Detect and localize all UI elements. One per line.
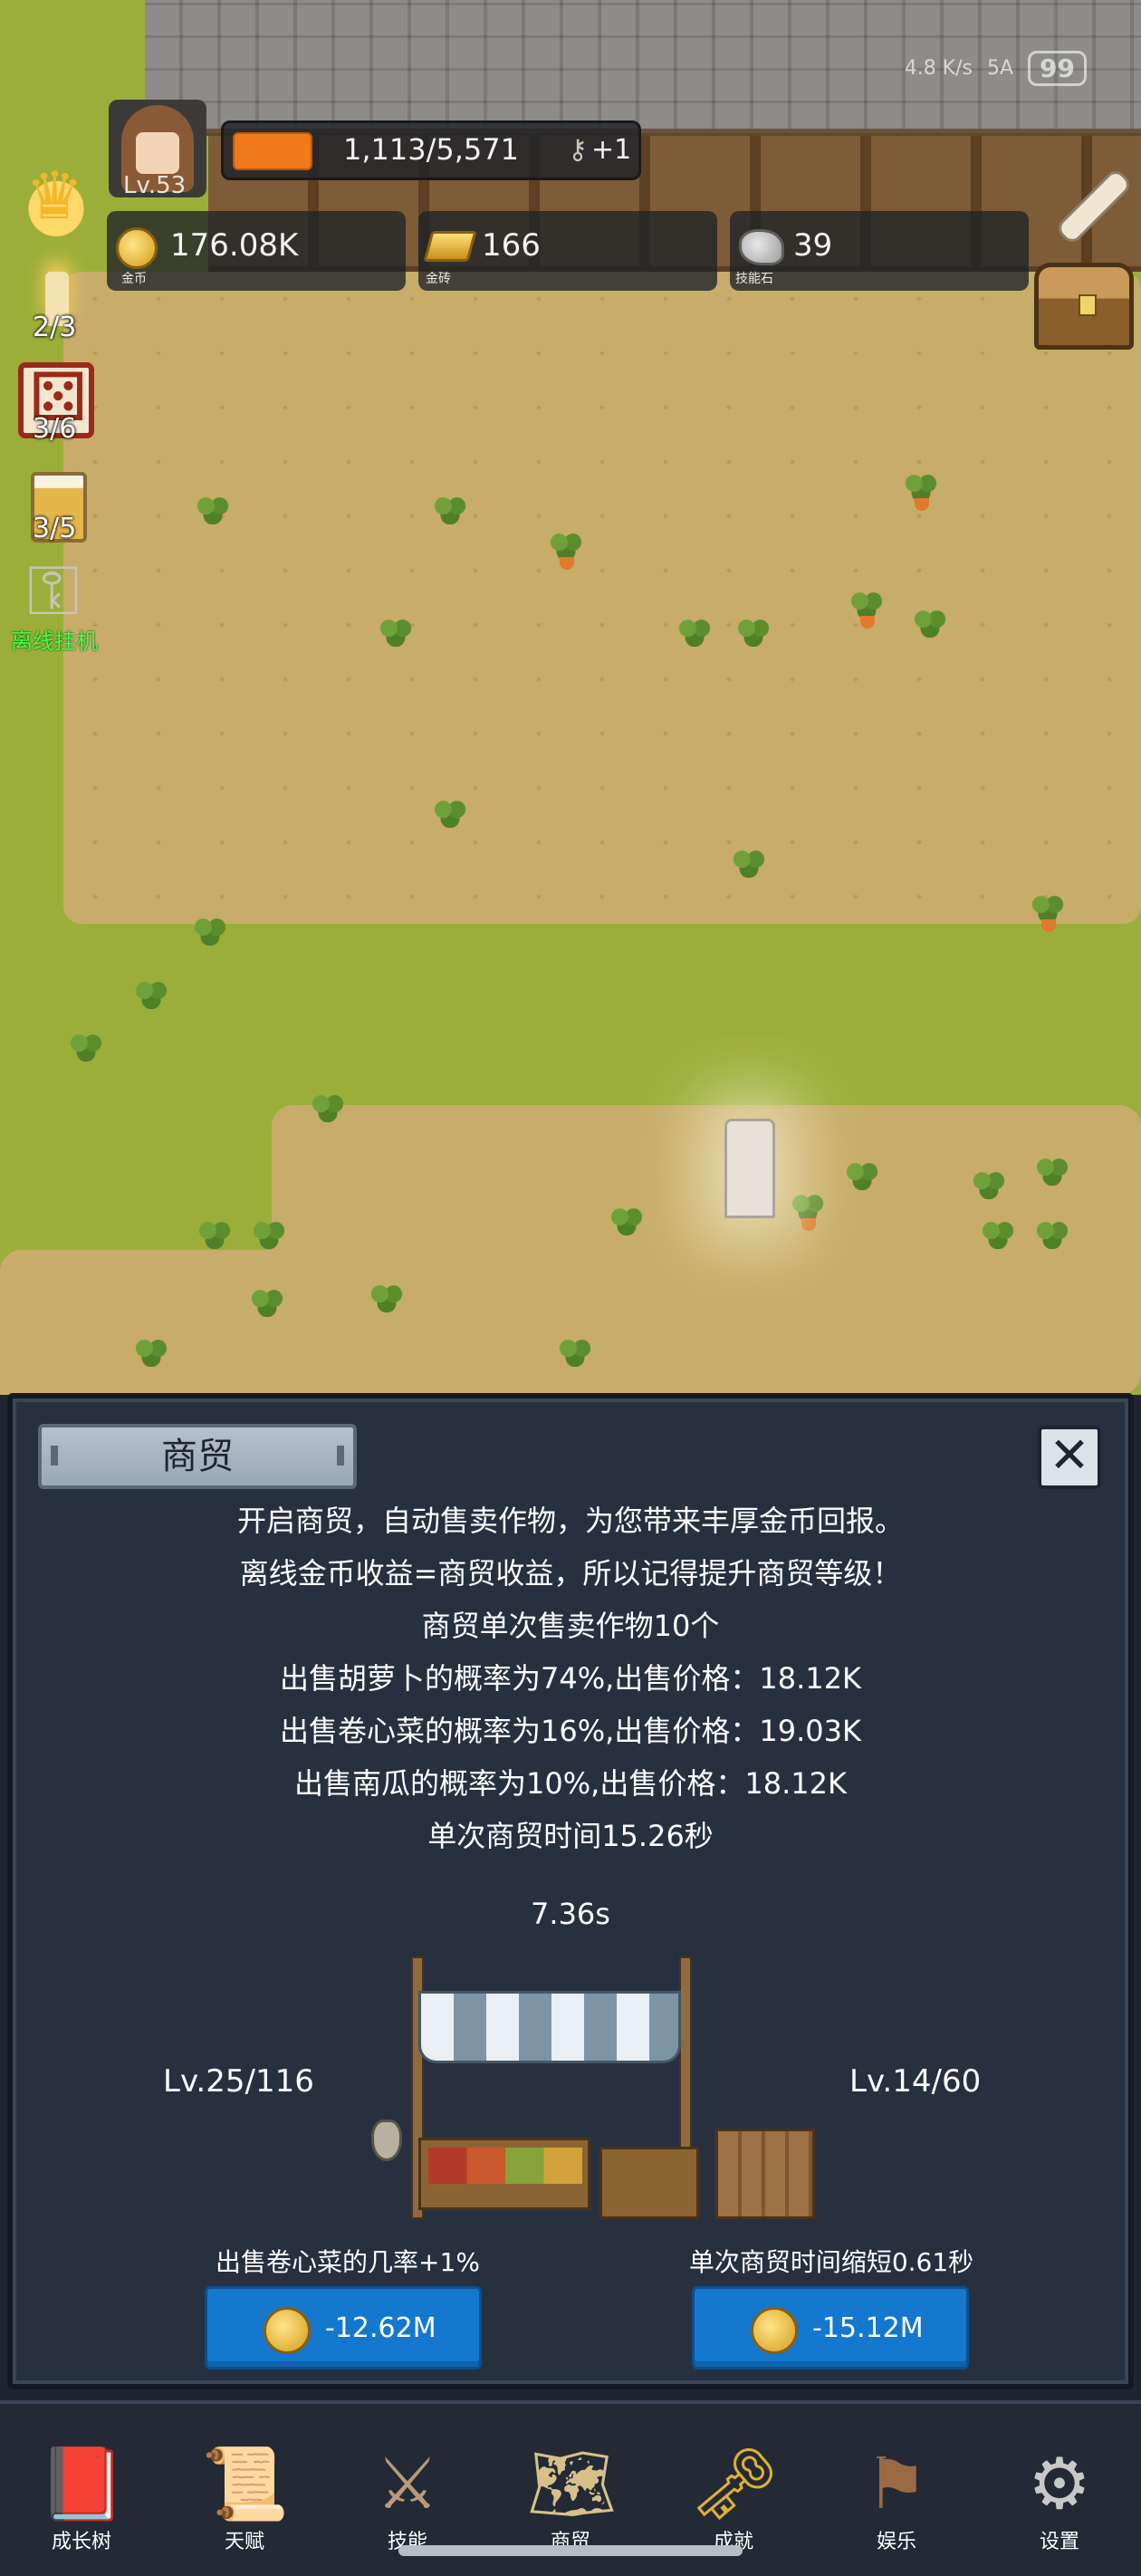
crop-plant[interactable] bbox=[906, 607, 954, 652]
treasure-chest-icon[interactable] bbox=[1034, 263, 1134, 350]
cabbage-sale-info: 出售卷心菜的概率为16%,出售价格：19.03K bbox=[280, 1714, 861, 1748]
trade-panel: 商贸 ✕ 开启商贸，自动售卖作物，为您带来丰厚金币回报。 离线金币收益=商贸收益… bbox=[7, 1393, 1134, 2389]
carrot-plant[interactable] bbox=[542, 530, 590, 575]
key-icon: 🗝 bbox=[690, 2444, 781, 2525]
map-icon: 🗺 bbox=[527, 2444, 618, 2525]
crown-icon[interactable] bbox=[18, 158, 94, 239]
book-icon: 📕 bbox=[38, 2444, 127, 2525]
carrot-plant[interactable] bbox=[1023, 892, 1072, 937]
crop-plant[interactable] bbox=[188, 494, 237, 539]
crop-plant[interactable] bbox=[1028, 1218, 1077, 1264]
offline-key-icon[interactable] bbox=[18, 550, 94, 633]
crop-plant[interactable] bbox=[551, 1336, 599, 1381]
crop-plant[interactable] bbox=[724, 847, 773, 892]
left-upgrade-level: Lv.25/116 bbox=[163, 2063, 314, 2100]
crop-plant[interactable] bbox=[303, 1091, 352, 1137]
trade-time-upgrade-button[interactable]: -15.12M bbox=[692, 2286, 969, 2369]
dirt-plot bbox=[63, 272, 1141, 924]
gold-coin-counter: 176.08K 金币 bbox=[107, 211, 406, 291]
dice-count: 3/6 bbox=[33, 413, 77, 445]
left-upgrade-description: 出售卷心菜的几率+1% bbox=[216, 2247, 480, 2277]
home-indicator[interactable] bbox=[398, 2545, 743, 2556]
gold-bar-value: 166 bbox=[482, 227, 541, 264]
bone-icon[interactable] bbox=[1032, 154, 1132, 254]
sword-icon: ⚔ bbox=[376, 2444, 439, 2525]
crop-plant[interactable] bbox=[602, 1205, 651, 1250]
crop-plant[interactable] bbox=[190, 1218, 239, 1264]
key-icon: ⚷ bbox=[568, 134, 588, 166]
crop-plant[interactable] bbox=[729, 616, 778, 661]
skill-stone-icon bbox=[739, 229, 784, 265]
crop-plant[interactable] bbox=[127, 1336, 176, 1381]
nav-entertainment[interactable]: ⚑ 娱乐 bbox=[829, 2444, 964, 2571]
experience-fill bbox=[233, 132, 312, 170]
scroll-icon: 📜 bbox=[201, 2444, 290, 2525]
gold-coin-icon bbox=[264, 2307, 311, 2354]
crop-plant[interactable] bbox=[964, 1168, 1013, 1214]
experience-bar: 1,113/5,571 ⚷ +1 bbox=[221, 120, 641, 180]
gear-icon: ⚙ bbox=[1028, 2444, 1091, 2525]
carrot-plant[interactable] bbox=[842, 589, 891, 634]
carrot-sale-info: 出售胡萝卜的概率为74%,出售价格：18.12K bbox=[280, 1661, 861, 1696]
beer-count: 3/5 bbox=[33, 513, 77, 544]
crop-plant[interactable] bbox=[670, 616, 719, 661]
crop-plant[interactable] bbox=[186, 915, 235, 960]
player-level: Lv.53 bbox=[123, 172, 187, 199]
farm-field bbox=[0, 0, 1141, 1395]
offline-idle-label[interactable]: 离线挂机 bbox=[11, 623, 98, 655]
close-icon: ✕ bbox=[1049, 1427, 1090, 1484]
trade-duration-info: 单次商贸时间15.26秒 bbox=[427, 1819, 714, 1853]
crop-plant[interactable] bbox=[244, 1218, 293, 1264]
trade-countdown: 7.36s bbox=[531, 1897, 610, 1931]
gold-coin-icon bbox=[116, 227, 158, 269]
gold-coin-value: 176.08K bbox=[170, 227, 299, 264]
crop-plant[interactable] bbox=[371, 616, 420, 661]
skill-stone-counter: 39 技能石 bbox=[730, 211, 1029, 291]
gold-bar-icon bbox=[423, 231, 477, 262]
signal-indicator: 5A bbox=[986, 56, 1014, 80]
candle-count: 2/3 bbox=[33, 312, 77, 343]
carrot-plant[interactable] bbox=[896, 471, 945, 516]
key-bonus: ⚷ +1 bbox=[568, 134, 632, 166]
flag-icon: ⚑ bbox=[865, 2444, 928, 2525]
crop-plant[interactable] bbox=[426, 797, 475, 842]
pumpkin-sale-info: 出售南瓜的概率为10%,出售价格：18.12K bbox=[294, 1766, 847, 1801]
network-speed: 4.8 K/s bbox=[904, 56, 973, 80]
close-button[interactable]: ✕ bbox=[1038, 1426, 1101, 1489]
gold-coin-caption: 金币 bbox=[121, 272, 147, 286]
crop-plant[interactable] bbox=[62, 1031, 110, 1076]
gold-bar-caption: 金砖 bbox=[426, 272, 451, 286]
crop-plant[interactable] bbox=[426, 494, 475, 539]
right-upgrade-level: Lv.14/60 bbox=[849, 2063, 982, 2100]
crop-plant[interactable] bbox=[1028, 1155, 1077, 1200]
upgrade-cost: -15.12M bbox=[812, 2312, 924, 2344]
market-stall-image bbox=[362, 1956, 815, 2219]
trade-description-line: 商贸单次售卖作物10个 bbox=[421, 1609, 720, 1643]
nav-talent[interactable]: 📜 天赋 bbox=[177, 2444, 312, 2571]
crop-plant[interactable] bbox=[243, 1286, 292, 1331]
skill-stone-caption: 技能石 bbox=[735, 272, 773, 286]
gold-coin-icon bbox=[751, 2307, 798, 2354]
system-status-bar: 4.8 K/s 5A 99 bbox=[905, 45, 1087, 91]
crop-plant[interactable] bbox=[127, 978, 176, 1024]
skill-stone-value: 39 bbox=[793, 227, 833, 264]
crop-plant[interactable] bbox=[362, 1282, 411, 1327]
glowing-tombstone[interactable] bbox=[724, 1119, 775, 1218]
battery-indicator: 99 bbox=[1028, 50, 1087, 86]
nav-growth-tree[interactable]: 📕 成长树 bbox=[14, 2444, 149, 2571]
panel-title: 商贸 bbox=[38, 1424, 357, 1489]
carrot-plant[interactable] bbox=[783, 1191, 832, 1236]
cabbage-chance-upgrade-button[interactable]: -12.62M bbox=[205, 2286, 482, 2369]
nav-settings[interactable]: ⚙ 设置 bbox=[992, 2444, 1127, 2571]
right-upgrade-description: 单次商贸时间缩短0.61秒 bbox=[688, 2247, 974, 2277]
trade-description-line: 离线金币收益=商贸收益，所以记得提升商贸等级！ bbox=[239, 1556, 902, 1591]
trade-description-line: 开启商贸，自动售卖作物，为您带来丰厚金币回报。 bbox=[236, 1504, 904, 1538]
crop-plant[interactable] bbox=[973, 1218, 1022, 1264]
experience-text: 1,113/5,571 bbox=[343, 132, 519, 167]
gold-bar-counter: 166 金砖 bbox=[418, 211, 717, 291]
cabbage-plant[interactable] bbox=[838, 1159, 887, 1205]
upgrade-cost: -12.62M bbox=[325, 2312, 436, 2344]
dirt-plot-bottom bbox=[0, 1250, 706, 1395]
